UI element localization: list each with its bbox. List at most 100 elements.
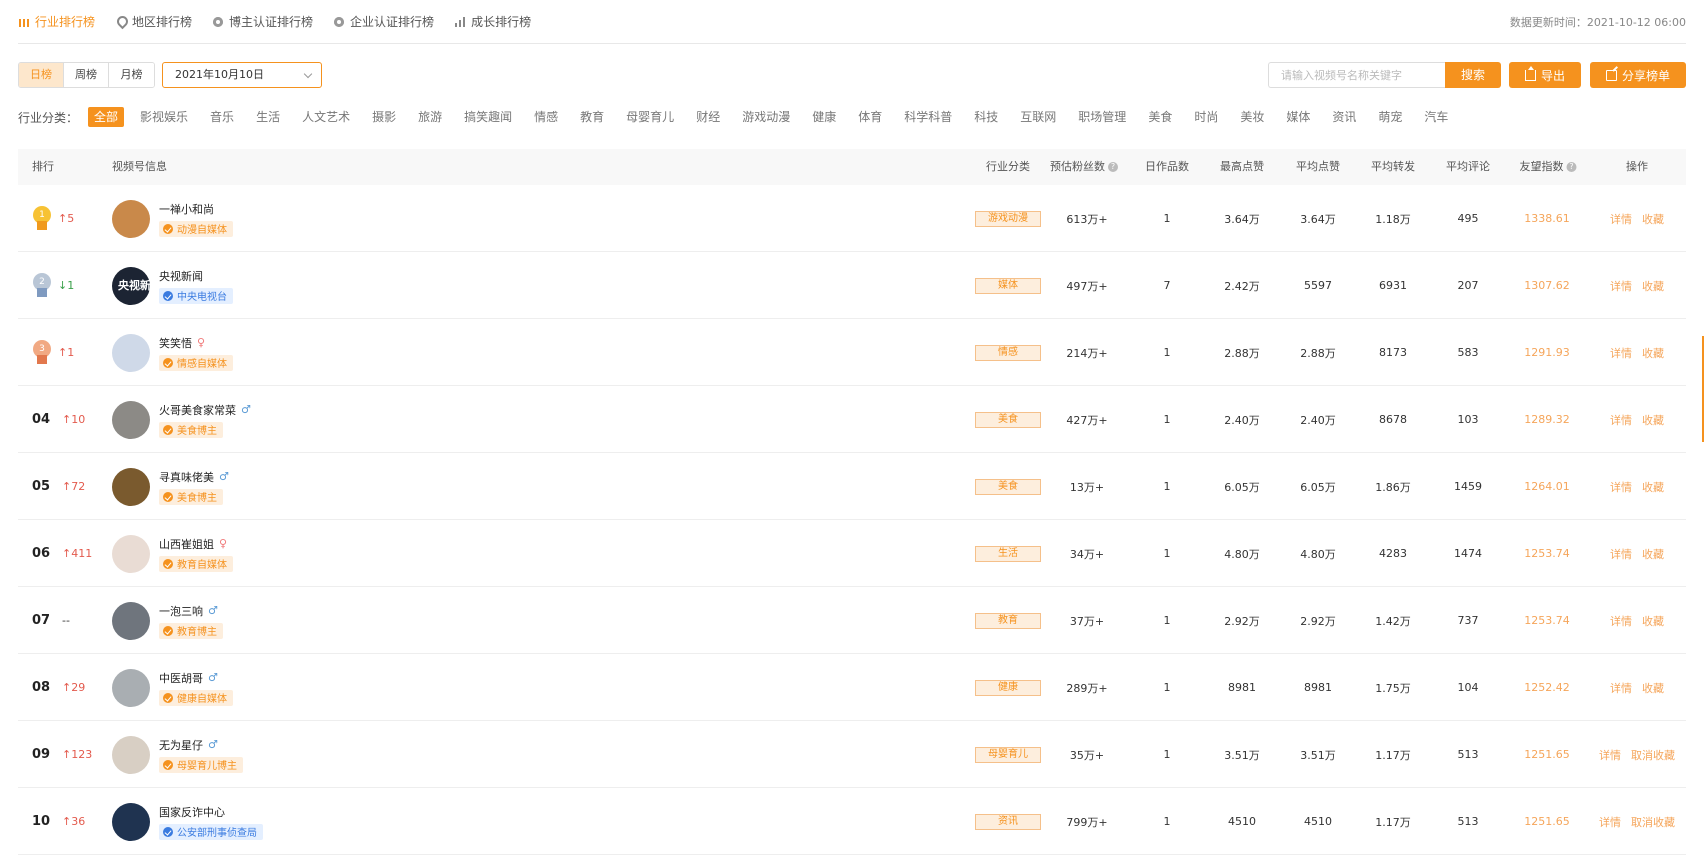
monthly-button[interactable]: 月榜 [109, 63, 154, 87]
tab-region-ranking[interactable]: 地区排行榜 [115, 0, 192, 44]
category-chip[interactable]: 互联网 [1010, 107, 1066, 127]
category-chip[interactable]: 科学科普 [894, 107, 962, 127]
trend-value: 10 [71, 413, 86, 426]
detail-link[interactable]: 详情 [1599, 747, 1621, 763]
trend-value: 1 [67, 346, 75, 359]
avatar[interactable]: 央视新闻 [112, 266, 162, 305]
avatar[interactable] [112, 467, 150, 506]
industry-tag: 媒体 [975, 277, 1041, 294]
account-name[interactable]: 一泡三响 [159, 603, 203, 619]
chevron-down-icon [303, 69, 313, 79]
avg-shares-cell: 1.42万 [1375, 614, 1411, 628]
avatar[interactable] [112, 534, 150, 573]
category-chip[interactable]: 全部 [88, 107, 125, 127]
tab-industry-ranking[interactable]: 行业排行榜 [18, 0, 95, 44]
category-chip[interactable]: 美食 [1138, 107, 1182, 127]
category-chip[interactable]: 音乐 [200, 107, 244, 127]
rank-number: 05 [32, 479, 51, 494]
account-name[interactable]: 国家反诈中心 [159, 804, 225, 820]
tab-growth-ranking[interactable]: 成长排行榜 [454, 0, 531, 44]
account-name[interactable]: 寻真味佬美 [159, 469, 214, 485]
trend-arrow-icon: ↑ [62, 681, 72, 694]
detail-link[interactable]: 详情 [1610, 546, 1632, 562]
account-name[interactable]: 中医胡哥 [159, 670, 203, 686]
help-icon[interactable]: ? [1566, 162, 1577, 172]
share-button[interactable]: 分享榜单 [1590, 62, 1686, 88]
search-input[interactable] [1268, 62, 1446, 88]
favorite-link[interactable]: 取消收藏 [1631, 814, 1675, 830]
favorite-link[interactable]: 收藏 [1642, 345, 1664, 361]
avatar[interactable] [112, 400, 150, 439]
category-chip[interactable]: 健康 [802, 107, 846, 127]
category-chip[interactable]: 情感 [524, 107, 568, 127]
favorite-link[interactable]: 收藏 [1642, 479, 1664, 495]
category-chip[interactable]: 财经 [686, 107, 730, 127]
account-name[interactable]: 一禅小和尚 [159, 201, 214, 217]
cert-badge: 公安部刑事侦查局 [159, 823, 263, 840]
detail-link[interactable]: 详情 [1610, 345, 1632, 361]
share-icon [1605, 69, 1617, 81]
avatar[interactable] [112, 199, 150, 238]
date-select[interactable]: 2021年10月10日 [162, 62, 322, 88]
avg-shares-cell: 8678 [1379, 413, 1407, 426]
search-button[interactable]: 搜索 [1445, 62, 1501, 88]
account-name[interactable]: 山西崔姐姐 [159, 536, 214, 552]
detail-link[interactable]: 详情 [1610, 680, 1632, 696]
category-chip[interactable]: 摄影 [362, 107, 406, 127]
category-chip[interactable]: 搞笑趣闻 [454, 107, 522, 127]
account-name[interactable]: 笑笑悟 [159, 335, 192, 351]
category-chip[interactable]: 汽车 [1414, 107, 1458, 127]
tab-blogger-cert-ranking[interactable]: 博主认证排行榜 [212, 0, 313, 44]
account-name[interactable]: 央视新闻 [159, 268, 203, 284]
category-chip[interactable]: 影视娱乐 [130, 107, 198, 127]
daily-button[interactable]: 日榜 [19, 63, 64, 87]
category-chip[interactable]: 职场管理 [1068, 107, 1136, 127]
detail-link[interactable]: 详情 [1610, 211, 1632, 227]
table-header: 排行 视频号信息 行业分类 预估粉丝数? 日作品数 最高点赞 平均点赞 平均转发… [18, 149, 1686, 185]
category-chip[interactable]: 美妆 [1230, 107, 1274, 127]
category-chip[interactable]: 生活 [246, 107, 290, 127]
detail-link[interactable]: 详情 [1610, 278, 1632, 294]
category-chip[interactable]: 旅游 [408, 107, 452, 127]
category-chip[interactable]: 人文艺术 [292, 107, 360, 127]
cert-label: 美食博主 [177, 493, 217, 504]
weekly-button[interactable]: 周榜 [64, 63, 109, 87]
header-avg-comments: 平均评论 [1446, 160, 1490, 173]
category-chip[interactable]: 母婴育儿 [616, 107, 684, 127]
category-chip[interactable]: 时尚 [1184, 107, 1228, 127]
category-chip[interactable]: 萌宠 [1368, 107, 1412, 127]
favorite-link[interactable]: 收藏 [1642, 546, 1664, 562]
favorite-link[interactable]: 收藏 [1642, 680, 1664, 696]
favorite-link[interactable]: 收藏 [1642, 613, 1664, 629]
avatar[interactable] [112, 802, 150, 841]
avatar[interactable] [112, 601, 150, 640]
favorite-link[interactable]: 收藏 [1642, 278, 1664, 294]
category-chip[interactable]: 体育 [848, 107, 892, 127]
rank-cell: 06 ↑411 [32, 520, 92, 587]
tab-enterprise-cert-ranking[interactable]: 企业认证排行榜 [333, 0, 434, 44]
favorite-link[interactable]: 收藏 [1642, 412, 1664, 428]
account-name[interactable]: 火哥美食家常菜 [159, 402, 236, 418]
category-chip[interactable]: 媒体 [1276, 107, 1320, 127]
medal-icon: 2 [32, 272, 52, 299]
favorite-link[interactable]: 取消收藏 [1631, 747, 1675, 763]
category-chip[interactable]: 教育 [570, 107, 614, 127]
category-chip[interactable]: 游戏动漫 [732, 107, 800, 127]
detail-link[interactable]: 详情 [1610, 412, 1632, 428]
detail-link[interactable]: 详情 [1599, 814, 1621, 830]
help-icon[interactable]: ? [1108, 162, 1118, 172]
category-chip[interactable]: 科技 [964, 107, 1008, 127]
avatar[interactable] [112, 668, 150, 707]
category-chip[interactable]: 资讯 [1322, 107, 1366, 127]
avatar[interactable] [112, 333, 150, 372]
export-button[interactable]: 导出 [1509, 62, 1581, 88]
cert-label: 情感自媒体 [177, 359, 227, 370]
detail-link[interactable]: 详情 [1610, 613, 1632, 629]
detail-link[interactable]: 详情 [1610, 479, 1632, 495]
account-name[interactable]: 无为星仔 [159, 737, 203, 753]
favorite-link[interactable]: 收藏 [1642, 211, 1664, 227]
avatar[interactable] [112, 735, 150, 774]
rank-trend: -- [62, 614, 70, 627]
daily-works-cell: 1 [1163, 346, 1171, 359]
avg-likes-cell: 6.05万 [1300, 480, 1336, 494]
